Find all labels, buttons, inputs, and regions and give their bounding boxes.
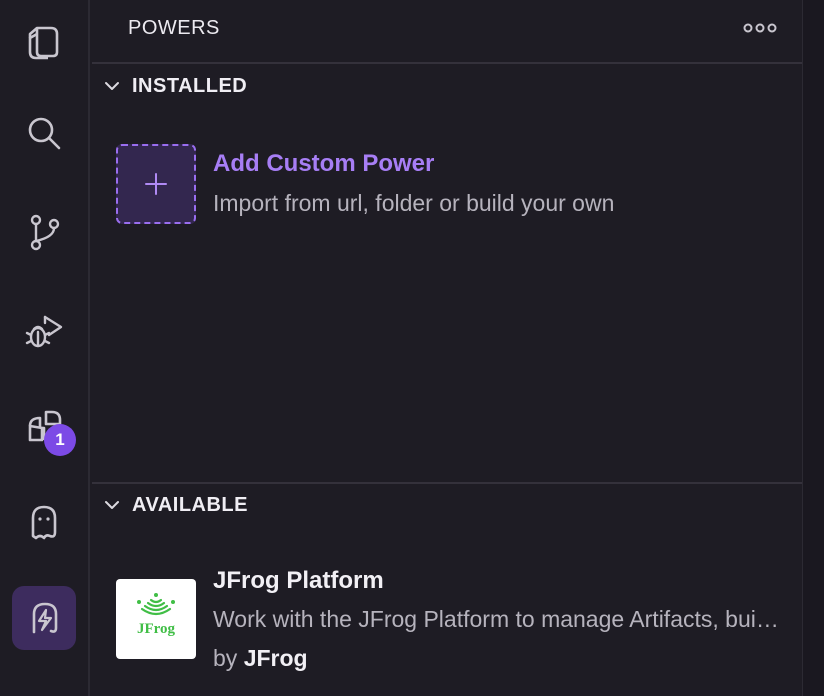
available-section-header[interactable]: AVAILABLE xyxy=(92,485,802,525)
power-author-name: JFrog xyxy=(243,645,308,671)
panel-title: POWERS xyxy=(128,17,220,39)
installed-section-title: INSTALLED xyxy=(132,74,248,97)
run-debug-button[interactable] xyxy=(12,299,76,363)
more-icon[interactable] xyxy=(742,16,778,40)
source-control-icon xyxy=(30,214,60,251)
plus-icon xyxy=(145,173,167,195)
activity-bar: 1 xyxy=(0,0,90,696)
chevron-down-icon xyxy=(105,501,119,509)
jfrog-logo-icon: JFrog xyxy=(137,593,176,637)
search-icon xyxy=(28,117,61,150)
installed-section-header[interactable]: INSTALLED xyxy=(92,66,802,106)
powers-panel: POWERS INSTALLED Add Custom Power Import… xyxy=(92,0,802,696)
power-author: by JFrog xyxy=(213,645,308,672)
powers-icon xyxy=(32,602,58,634)
title-divider xyxy=(92,62,802,64)
power-description: Work with the JFrog Platform to manage A… xyxy=(213,606,783,632)
power-title: JFrog Platform xyxy=(213,567,384,594)
ghost-icon xyxy=(31,505,57,540)
power-item-jfrog-platform[interactable]: JFrog JFrog Platform Work with the JFrog… xyxy=(116,566,783,676)
editor-edge xyxy=(802,0,824,696)
search-button[interactable] xyxy=(12,101,76,165)
add-custom-power-button[interactable] xyxy=(116,144,196,224)
section-divider xyxy=(92,482,802,484)
add-custom-power-title[interactable]: Add Custom Power xyxy=(213,150,434,178)
available-section-title: AVAILABLE xyxy=(132,493,248,516)
jfrog-logo: JFrog xyxy=(116,579,196,659)
add-custom-power-description: Import from url, folder or build your ow… xyxy=(213,190,615,216)
chevron-down-icon xyxy=(105,82,119,90)
ghost-button[interactable] xyxy=(12,490,76,554)
source-control-button[interactable] xyxy=(12,200,76,264)
explorer-button[interactable] xyxy=(12,10,76,74)
files-icon xyxy=(28,26,59,60)
run-debug-icon xyxy=(25,315,63,348)
powers-button[interactable] xyxy=(12,586,76,650)
jfrog-logo-text: JFrog xyxy=(137,621,176,637)
extensions-badge: 1 xyxy=(44,424,76,456)
power-author-prefix: by xyxy=(213,645,238,671)
add-custom-power-item[interactable]: Add Custom Power Import from url, folder… xyxy=(116,144,776,224)
